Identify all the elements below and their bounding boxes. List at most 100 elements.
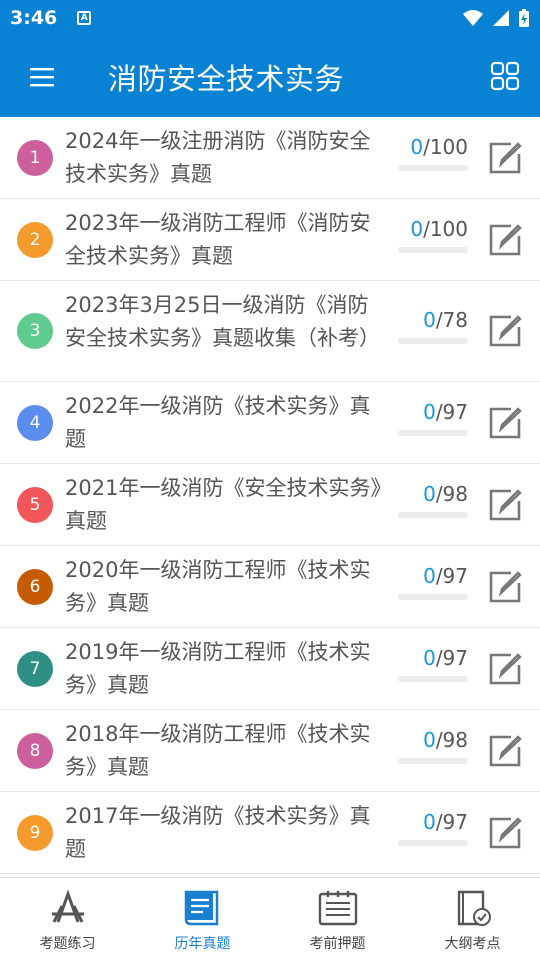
edit-icon[interactable]: [487, 733, 523, 769]
item-done-count: 0: [423, 645, 436, 670]
system-icons: [462, 8, 530, 28]
item-title: 2022年一级消防《技术实务》真题: [65, 394, 371, 451]
item-total-count: /78: [435, 308, 468, 332]
item-title: 2023年一级消防工程师《消防安全技术实务》真题: [65, 211, 371, 268]
edit-icon[interactable]: [487, 140, 523, 176]
exam-list-item[interactable]: 9 2017年一级消防《技术实务》真题 0/97: [0, 792, 540, 874]
item-progress-bar: [398, 164, 468, 171]
item-progress: 0/98: [388, 482, 468, 518]
item-total-count: /100: [423, 134, 468, 159]
nav-practice[interactable]: 考题练习: [0, 878, 135, 960]
item-done-count: 0: [423, 308, 436, 332]
app-bar: 消防安全技术实务: [0, 36, 540, 117]
wifi-icon: [463, 10, 483, 26]
nav-past-exams[interactable]: 历年真题: [135, 878, 270, 960]
item-done-count: 0: [423, 563, 436, 588]
exam-list-item[interactable]: 2 2023年一级消防工程师《消防安全技术实务》真题 0/100: [0, 199, 540, 281]
item-title: 2021年一级消防《安全技术实务》真题: [65, 476, 381, 533]
past-exams-icon: [184, 890, 218, 926]
item-progress: 0/97: [388, 810, 468, 846]
item-progress-bar: [398, 593, 468, 600]
exam-list-item[interactable]: 3 2023年3月25日一级消防《消防安全技术实务》真题收集（补考） 0/78: [0, 281, 540, 382]
item-progress: 0/97: [388, 646, 468, 682]
grid-view-icon[interactable]: [490, 61, 520, 91]
exam-list-item[interactable]: 8 2018年一级消防工程师《技术实务》真题 0/98: [0, 710, 540, 792]
item-progress-count: 0/100: [388, 135, 468, 159]
item-done-count: 0: [410, 134, 424, 159]
item-index-badge: 8: [17, 732, 53, 769]
item-title: 2023年3月25日一级消防《消防安全技术实务》真题收集（补考）: [65, 293, 380, 350]
hamburger-menu-icon[interactable]: [0, 36, 84, 117]
page-title: 消防安全技术实务: [108, 61, 345, 96]
exam-list-item[interactable]: 4 2022年一级消防《技术实务》真题 0/97: [0, 382, 540, 464]
item-progress: 0/98: [388, 728, 468, 764]
bottom-navigation: 考题练习 历年真题 考前押题 大纲考点: [0, 877, 540, 960]
item-progress-bar: [398, 246, 468, 253]
nav-syllabus[interactable]: 大纲考点: [405, 878, 540, 960]
item-progress: 0/100: [388, 217, 468, 253]
item-progress-count: 0/98: [388, 728, 468, 752]
status-bar: 3:46 A: [0, 0, 540, 36]
item-title: 2019年一级消防工程师《技术实务》真题: [65, 640, 371, 697]
exam-list-item[interactable]: 7 2019年一级消防工程师《技术实务》真题 0/97: [0, 628, 540, 710]
item-index-badge: 7: [17, 650, 53, 687]
mock-exam-icon: [318, 891, 357, 926]
item-progress: 0/100: [388, 135, 468, 171]
item-progress-bar: [398, 429, 468, 436]
item-done-count: 0: [423, 809, 436, 834]
nav-label: 考前押题: [309, 936, 366, 952]
item-index-badge: 3: [17, 313, 53, 349]
item-index-badge: 1: [17, 139, 53, 176]
exam-list-item[interactable]: 1 2024年一级注册消防《消防安全技术实务》真题 0/100: [0, 117, 540, 199]
notification-icon: A: [77, 11, 92, 25]
item-progress-count: 0/78: [388, 308, 468, 332]
item-progress: 0/78: [388, 308, 468, 344]
edit-icon[interactable]: [487, 815, 523, 851]
status-time: 3:46: [10, 7, 58, 29]
edit-icon[interactable]: [487, 651, 523, 687]
item-progress-count: 0/98: [388, 482, 468, 506]
item-done-count: 0: [423, 399, 436, 424]
edit-icon[interactable]: [487, 487, 523, 523]
item-total-count: /100: [423, 216, 468, 241]
item-progress-bar: [398, 757, 468, 764]
exam-list-item[interactable]: 6 2020年一级消防工程师《技术实务》真题 0/97: [0, 546, 540, 628]
exam-list-item[interactable]: 5 2021年一级消防《安全技术实务》真题 0/98: [0, 464, 540, 546]
item-index-badge: 2: [17, 221, 53, 258]
item-progress-bar: [398, 675, 468, 682]
item-done-count: 0: [423, 727, 436, 752]
item-title: 2017年一级消防《技术实务》真题: [65, 804, 371, 861]
exam-list: 1 2024年一级注册消防《消防安全技术实务》真题 0/100 2 2023年一级消防工…: [0, 117, 540, 877]
item-done-count: 0: [410, 216, 424, 241]
item-total-count: /97: [435, 399, 468, 424]
item-total-count: /98: [435, 727, 468, 752]
edit-icon[interactable]: [487, 569, 523, 605]
nav-label: 历年真题: [174, 936, 231, 952]
practice-icon: [51, 889, 84, 923]
item-progress: 0/97: [388, 564, 468, 600]
item-index-badge: 4: [17, 404, 53, 441]
item-total-count: /98: [435, 481, 468, 506]
battery-icon: [519, 9, 529, 27]
item-progress-count: 0/97: [388, 646, 468, 670]
nav-label: 考题练习: [39, 936, 96, 952]
edit-icon[interactable]: [487, 405, 523, 441]
item-progress: 0/97: [388, 400, 468, 436]
item-progress-count: 0/97: [388, 564, 468, 588]
edit-icon[interactable]: [487, 222, 523, 258]
item-total-count: /97: [435, 809, 468, 834]
item-title: 2020年一级消防工程师《技术实务》真题: [65, 558, 371, 615]
item-progress-count: 0/100: [388, 217, 468, 241]
item-progress-count: 0/97: [388, 810, 468, 834]
syllabus-icon: [457, 890, 491, 926]
item-index-badge: 9: [17, 814, 53, 851]
item-progress-bar: [398, 511, 468, 518]
item-progress-bar: [398, 839, 468, 846]
item-progress-count: 0/97: [388, 400, 468, 424]
item-title: 2024年一级注册消防《消防安全技术实务》真题: [65, 129, 371, 186]
nav-mock-exam[interactable]: 考前押题: [270, 878, 405, 960]
edit-icon[interactable]: [487, 313, 523, 349]
item-index-badge: 5: [17, 486, 53, 523]
signal-icon: [493, 10, 509, 26]
nav-label: 大纲考点: [444, 936, 501, 952]
